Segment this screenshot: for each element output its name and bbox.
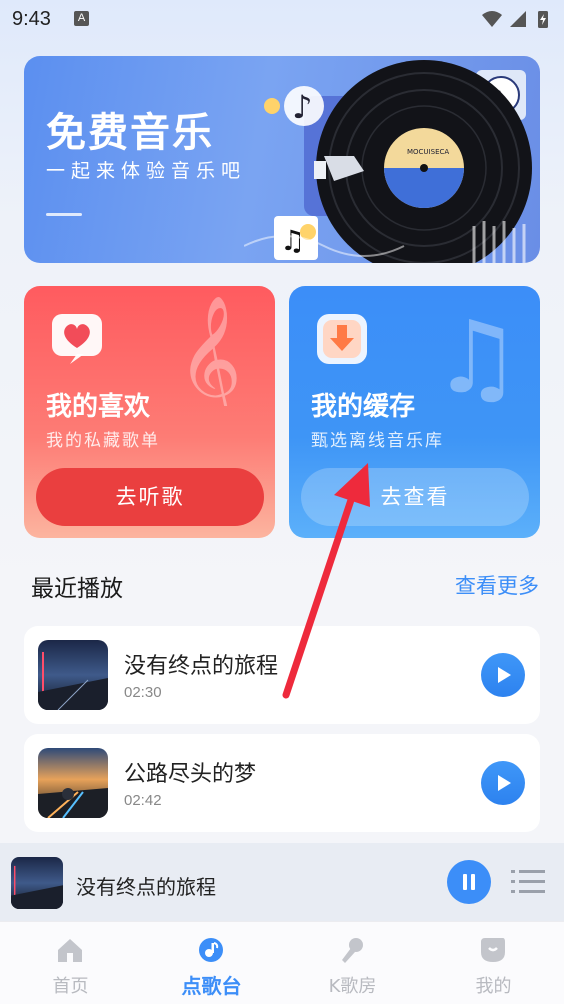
song-duration: 02:30 — [124, 684, 162, 701]
tab-label: 我的 — [475, 976, 512, 997]
now-playing-cover — [11, 857, 63, 909]
promo-banner[interactable]: 免费音乐 一起来体验音乐吧 ♪ ♫ MOCUISECA ♫ — [24, 56, 540, 263]
song-cover — [38, 640, 108, 710]
view-button[interactable]: 去查看 — [301, 468, 529, 526]
recent-plays-heading: 最近播放 — [31, 576, 123, 602]
now-playing-title: 没有终点的旅程 — [76, 875, 216, 899]
status-icons — [482, 11, 548, 28]
list-item[interactable]: 没有终点的旅程 02:30 — [24, 626, 540, 724]
wifi-icon — [482, 11, 502, 27]
profile-icon — [481, 938, 505, 962]
song-title: 公路尽头的梦 — [124, 762, 257, 787]
notification-badge: A — [74, 11, 89, 26]
song-duration: 02:42 — [124, 792, 162, 809]
banner-title: 免费音乐 — [46, 110, 214, 156]
tab-label: 首页 — [52, 976, 89, 997]
tab-label: 点歌台 — [181, 974, 242, 998]
listen-button[interactable]: 去听歌 — [36, 468, 264, 526]
tab-label: K歌房 — [328, 976, 377, 997]
tab-profile[interactable]: 我的 — [423, 922, 564, 1004]
svg-text:♪: ♪ — [292, 88, 312, 126]
pause-button[interactable] — [447, 860, 491, 904]
song-title: 没有终点的旅程 — [124, 654, 279, 679]
svg-text:♫: ♫ — [432, 299, 522, 406]
tab-song-station[interactable]: 点歌台 — [141, 922, 282, 1004]
cache-subtitle: 甄选离线音乐库 — [311, 431, 444, 451]
list-item[interactable]: 公路尽头的梦 02:42 — [24, 734, 540, 832]
cache-title: 我的缓存 — [311, 392, 416, 422]
tab-home[interactable]: 首页 — [0, 922, 141, 1004]
banner-subtitle: 一起来体验音乐吧 — [46, 160, 247, 182]
svg-text:𝄞: 𝄞 — [177, 296, 242, 406]
music-note-icon — [199, 938, 223, 962]
treble-clef-decoration: 𝄞 — [177, 296, 242, 406]
favorites-card[interactable]: 𝄞 我的喜欢 我的私藏歌单 去听歌 — [24, 286, 275, 538]
favorites-subtitle: 我的私藏歌单 — [46, 431, 160, 451]
tab-karaoke[interactable]: K歌房 — [282, 922, 423, 1004]
status-bar: 9:43 A — [0, 0, 564, 40]
favorites-title: 我的喜欢 — [46, 392, 151, 422]
banner-divider — [46, 213, 82, 216]
signal-icon — [510, 11, 526, 27]
song-cover — [38, 748, 108, 818]
microphone-icon — [342, 938, 363, 963]
music-note-decoration: ♫ — [432, 299, 522, 406]
home-icon — [58, 939, 82, 962]
svg-text:MOCUISECA: MOCUISECA — [407, 148, 449, 156]
bottom-tab-bar: 首页 点歌台 K歌房 我的 — [0, 921, 564, 1004]
view-more-link[interactable]: 查看更多 — [455, 570, 539, 600]
download-icon — [317, 314, 367, 364]
playlist-icon[interactable] — [511, 867, 545, 897]
mini-player[interactable]: 没有终点的旅程 — [0, 843, 564, 921]
vinyl-record-illustration: ♪ ♫ MOCUISECA ♫ — [244, 60, 532, 263]
heart-icon — [52, 314, 102, 364]
play-button[interactable] — [481, 761, 525, 805]
play-button[interactable] — [481, 653, 525, 697]
cache-card[interactable]: ♫ 我的缓存 甄选离线音乐库 去查看 — [289, 286, 540, 538]
status-time: 9:43 — [12, 8, 51, 30]
